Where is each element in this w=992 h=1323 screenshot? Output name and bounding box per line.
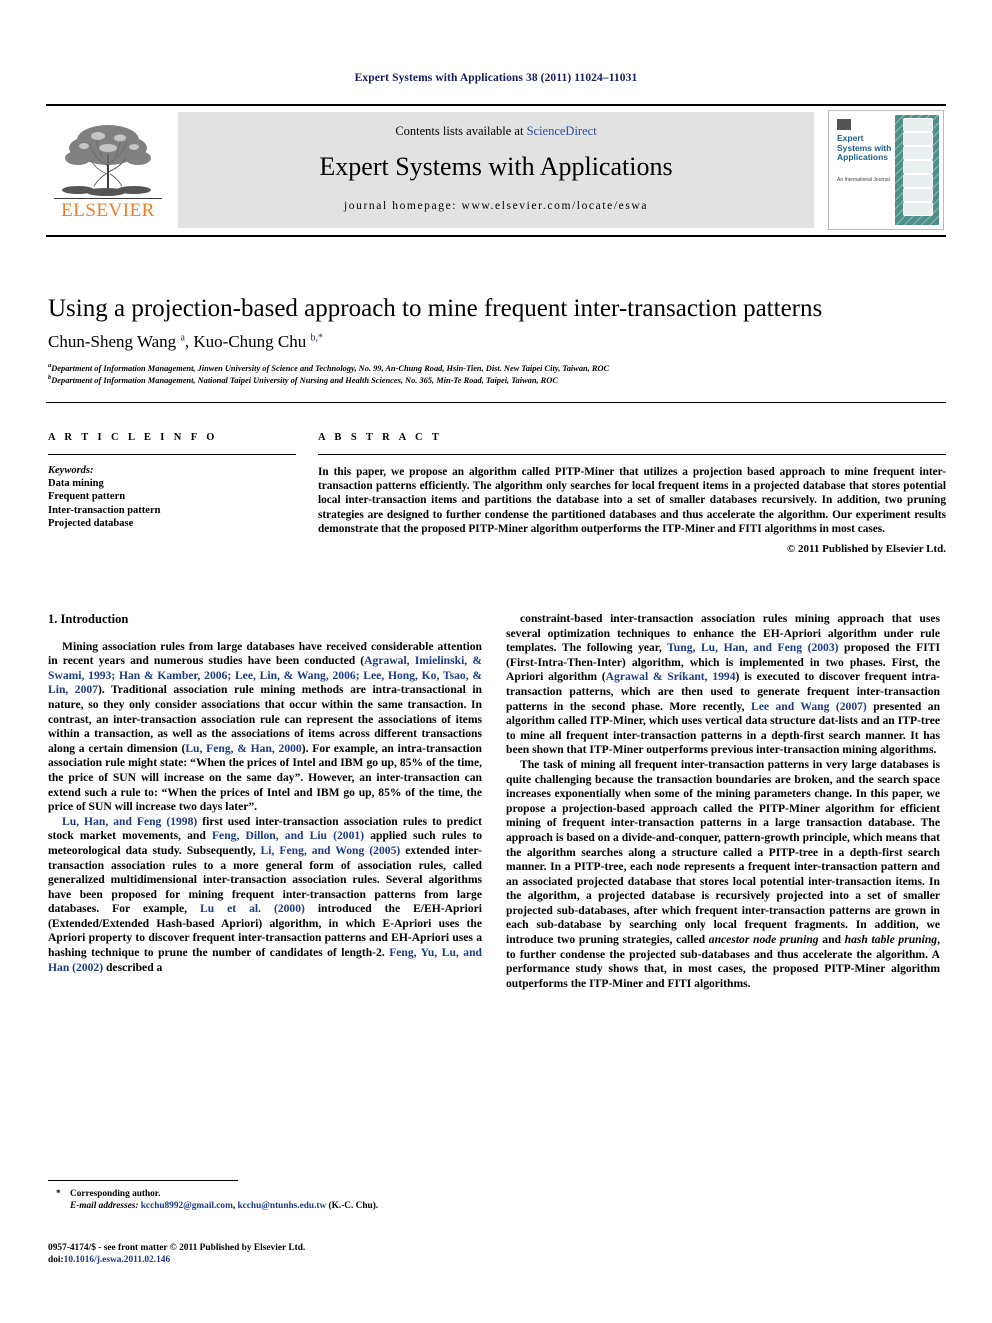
right-paragraphs: constraint-based inter-transaction assoc… [506,612,940,991]
keyword-item: Projected database [48,517,134,529]
body-text: and [818,933,845,947]
scales-icon [903,160,933,175]
abstract-copyright: © 2011 Published by Elsevier Ltd. [787,543,946,556]
keyword-item: Data mining [48,478,104,490]
citation-link[interactable]: Lu, Feng, & Han, 2000 [185,742,301,755]
microscope-icon [903,174,933,189]
corresponding-author-note: Corresponding author. [70,1189,161,1199]
author-list: Chun-Sheng Wang a, Kuo-Chung Chu b,* [48,332,324,351]
citation-link[interactable]: Feng, Dillon, and Liu (2001) [212,829,364,842]
masthead-top-rule [46,104,946,106]
cover-subtitle: An International Journal [837,177,890,183]
journal-masthead: ELSEVIER Contents lists available at Sci… [46,104,946,237]
barcode-icon [837,119,851,130]
body-text: described a [103,960,163,974]
email-owner: (K.-C. Chu). [328,1201,379,1212]
citation-link[interactable]: Lu, Han, and Feng (1998) [62,815,197,828]
email-line: E-mail addresses: kcchu8992@gmail.com, k… [70,1200,482,1212]
logo-divider [54,198,162,199]
doi-line: doi:10.1016/j.eswa.2011.02.146 [48,1254,482,1266]
email-link-primary[interactable]: kcchu8992@gmail.com [141,1201,233,1211]
email-label: E-mail addresses: [70,1201,139,1212]
globe-icon [903,132,933,147]
cover-title: Expert Systems with Applications [837,133,892,162]
emphasised-term: hash table pruning [844,933,938,947]
flask-icon [903,202,933,217]
journal-homepage[interactable]: journal homepage: www.elsevier.com/locat… [178,200,814,212]
page-title: Using a projection-based approach to min… [48,295,823,322]
sciencedirect-banner: Contents lists available at ScienceDirec… [178,112,814,228]
info-separator-rule [46,402,946,403]
doi-value[interactable]: 10.1016/j.eswa.2011.02.146 [64,1255,171,1265]
keyword-item: Inter-transaction pattern [48,504,161,516]
journal-title: Expert Systems with Applications [319,152,673,181]
cover-inner: Expert Systems with Applications An Inte… [833,115,939,225]
article-info-rule [48,454,296,455]
elsevier-logo: ELSEVIER [48,114,168,232]
body-paragraph: constraint-based inter-transaction assoc… [506,612,940,758]
imprint-block: 0957-4174/$ - see front matter © 2011 Pu… [48,1242,482,1267]
cover-icon-strip [895,115,939,225]
citation-link[interactable]: Lu et al. (2000) [200,902,305,915]
body-paragraph: Lu, Han, and Feng (1998) first used inte… [48,815,482,976]
body-paragraph: Mining association rules from large data… [48,640,482,815]
footnote-rule [48,1180,238,1181]
abstract-rule [318,454,946,455]
elsevier-tree-icon [48,114,168,202]
hand-icon [903,188,933,203]
body-column-right: constraint-based inter-transaction assoc… [506,612,940,991]
left-paragraphs: Mining association rules from large data… [48,640,482,976]
doi-label: doi: [48,1255,64,1266]
masthead-bottom-rule [46,235,946,237]
article-info-column: A R T I C L E I N F O Keywords: Data min… [48,432,296,530]
cover-left-panel: Expert Systems with Applications An Inte… [833,115,895,225]
affiliation-b: bDepartment of Information Management, N… [48,374,558,385]
citation-link[interactable]: Lee and Wang (2007) [751,700,867,713]
footnote-block: * Corresponding author. E-mail addresses… [48,1188,482,1212]
abstract-column: A B S T R A C T In this paper, we propos… [318,432,946,555]
running-head: Expert Systems with Applications 38 (201… [354,72,638,84]
sciencedirect-link[interactable]: ScienceDirect [527,124,597,138]
clock-icon [903,118,933,133]
body-paragraph: The task of mining all frequent inter-tr… [506,758,940,992]
contents-line: Contents lists available at ScienceDirec… [178,124,814,139]
contents-label: Contents lists available at [395,124,527,138]
citation-link[interactable]: Tung, Lu, Han, and Feng (2003) [667,641,838,654]
abstract-heading: A B S T R A C T [318,432,443,443]
elsevier-wordmark: ELSEVIER [61,200,155,221]
email-link-secondary[interactable]: kcchu@ntunhs.edu.tw [237,1201,326,1211]
article-info-heading: A R T I C L E I N F O [48,432,218,443]
citation-link[interactable]: Li, Feng, and Wong (2005) [261,844,401,857]
journal-cover-thumbnail: Expert Systems with Applications An Inte… [828,110,944,230]
abstract-text: In this paper, we propose an algorithm c… [318,466,946,535]
citation-link[interactable]: Agrawal & Srikant, 1994 [606,670,736,683]
keywords-block: Keywords: Data mining Frequent pattern I… [48,464,296,530]
emphasised-term: ancestor node pruning [708,933,819,947]
bar-chart-icon [903,146,933,161]
issn-line: 0957-4174/$ - see front matter © 2011 Pu… [48,1243,306,1253]
corresponding-author-marker: * [56,1189,61,1199]
section-heading-introduction: 1. Introduction [48,612,129,626]
body-column-left: 1. Introduction Mining association rules… [48,612,482,975]
keywords-label: Keywords: [48,465,94,476]
paper-page: Expert Systems with Applications 38 (201… [0,0,992,1323]
body-text: The task of mining all frequent inter-tr… [506,757,940,947]
keyword-item: Frequent pattern [48,491,126,503]
